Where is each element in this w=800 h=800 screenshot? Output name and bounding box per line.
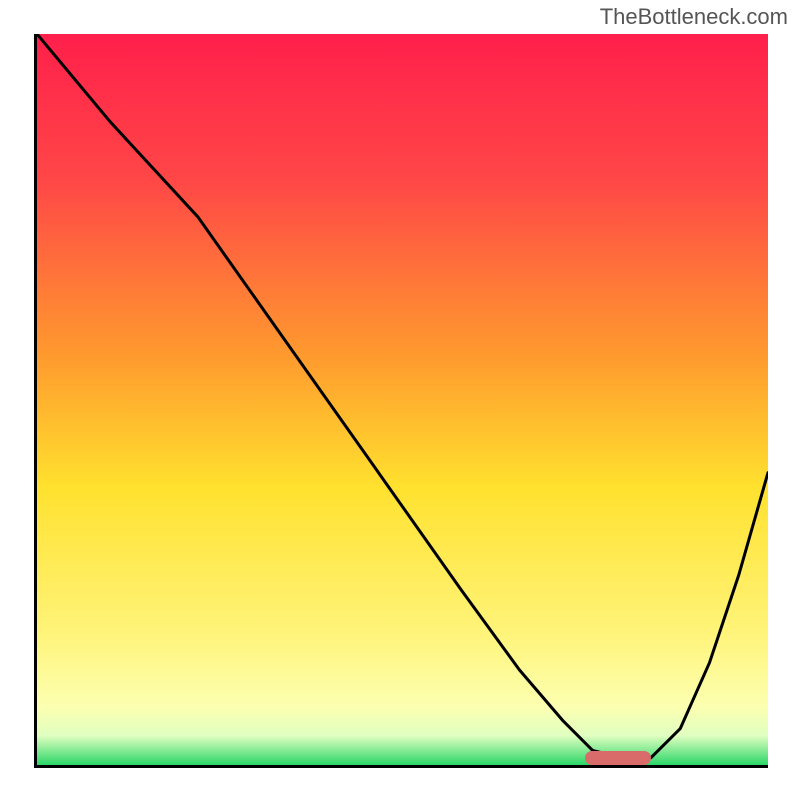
plot-area [34,34,768,768]
plot-inner [37,34,768,765]
bottleneck-chart: TheBottleneck.com [0,0,800,800]
optimal-range-marker [585,751,651,765]
bottleneck-curve [37,34,768,758]
x-axis-line [34,765,768,768]
watermark-text: TheBottleneck.com [600,4,788,30]
curve-layer [37,34,768,765]
